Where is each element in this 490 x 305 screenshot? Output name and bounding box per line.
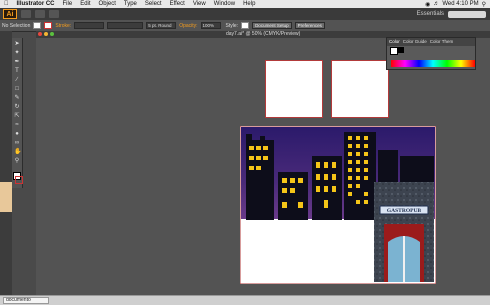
color-spectrum[interactable] [391,60,475,67]
panel-fill-swatch[interactable] [390,47,398,55]
line-tool-icon[interactable]: ∕ [14,77,20,83]
opacity-field[interactable]: 100% [200,22,221,29]
menu-edit[interactable]: Edit [76,0,94,8]
hand-tool-icon[interactable]: ✋ [14,149,21,155]
warp-tool-icon[interactable]: ≈ [14,122,20,128]
stroke-weight-field[interactable] [74,22,105,29]
opacity-label[interactable]: Opacity: [179,23,197,29]
app-bar: Ai Essentials [0,8,490,20]
menu-select[interactable]: Select [141,0,166,8]
magic-wand-icon[interactable]: ✦ [14,50,20,56]
zoom-window-icon[interactable] [50,32,54,36]
type-tool-icon[interactable]: T [14,68,20,74]
preferences-button[interactable]: Preferences [294,22,325,29]
close-window-icon[interactable] [38,32,42,36]
menu-help[interactable]: Help [239,0,259,8]
menu-window[interactable]: Window [210,0,239,8]
style-label: Style: [225,22,239,29]
menu-view[interactable]: View [189,0,210,8]
brush-dropdown[interactable]: 5 pt. Round [146,22,177,29]
brush-tool-icon[interactable]: ✎ [14,95,20,101]
artboard-2[interactable] [331,60,389,118]
menu-effect[interactable]: Effect [166,0,189,8]
building-1 [246,140,274,220]
building-1-antenna [260,136,265,142]
eyedropper-tool-icon[interactable]: ● [14,131,20,137]
workspace-switcher[interactable]: Essentials [417,11,444,17]
fill-swatch[interactable] [33,22,42,29]
selection-status: No Selection [2,22,31,29]
menu-type[interactable]: Type [120,0,141,8]
color-panel-tabs: Color Color Guide Color Them [387,38,475,46]
ground-white [241,220,374,283]
building-1-chimney [246,134,252,142]
gastropub-sign-text: GASTROPUB [387,208,422,214]
menubar:  Illustrator CC File Edit Object Type S… [0,0,490,8]
volume-icon[interactable]: ♬ [433,1,439,7]
tools-panel: ➤ ✦ ✒ T ∕ □ ✎ ↻ ⇱ ≈ ● ∞ ✋ ⚲ [12,38,23,188]
artboard-1[interactable] [265,60,323,118]
document-title: day7.ai* @ 50% (CMYK/Preview) [226,31,301,37]
apple-menu-icon[interactable]:  [0,0,13,8]
stroke-label[interactable]: Stroke: [55,23,71,29]
rotate-tool-icon[interactable]: ↻ [14,104,20,110]
arrange-documents-button[interactable] [35,10,45,18]
tab-color[interactable]: Color [389,39,400,45]
document-setup-button[interactable]: Document Setup [252,22,292,29]
tab-color-themes[interactable]: Color Them [430,39,453,45]
pen-tool-icon[interactable]: ✒ [14,59,20,65]
wifi-icon[interactable]: ◉ [425,1,430,8]
stroke-color-box[interactable] [15,176,23,184]
bridge-button[interactable] [21,10,31,18]
gpu-button[interactable] [49,10,59,18]
variable-width-dropdown[interactable] [107,22,144,29]
zoom-tool-icon[interactable]: ⚲ [14,158,20,164]
illustrator-logo: Ai [3,9,17,19]
rectangle-tool-icon[interactable]: □ [14,86,20,92]
background-window[interactable] [0,182,12,212]
city-artboard[interactable]: GASTROPUB [240,126,436,284]
menu-object[interactable]: Object [95,0,120,8]
spotlight-icon[interactable]: ⚲ [482,1,486,8]
selection-tool-icon[interactable]: ➤ [14,41,20,47]
side-strip [0,31,12,304]
color-panel[interactable]: Color Color Guide Color Them [386,37,476,70]
scale-tool-icon[interactable]: ⇱ [14,113,20,119]
tab-color-guide[interactable]: Color Guide [403,39,427,45]
graphic-style-swatch[interactable] [241,22,250,29]
search-input[interactable] [448,10,486,18]
minimize-window-icon[interactable] [44,32,48,36]
menu-file[interactable]: File [59,0,77,8]
menubar-clock[interactable]: Wed 4:10 PM [442,1,478,7]
dock-document-item[interactable]: documento [3,297,49,304]
blend-tool-icon[interactable]: ∞ [14,140,20,146]
app-menu[interactable]: Illustrator CC [13,0,59,8]
panel-stroke-swatch[interactable] [398,47,404,53]
stroke-swatch[interactable] [44,22,53,29]
